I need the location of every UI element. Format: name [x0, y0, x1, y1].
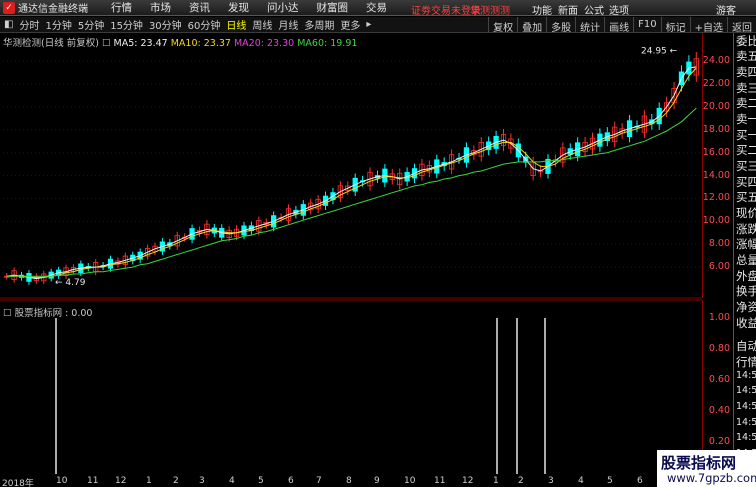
date-tick-label: 4 [229, 476, 235, 486]
date-tick-label: 3 [548, 476, 554, 486]
date-tick-label: 8 [346, 476, 352, 486]
indicator-tick-label: 0.60 [708, 374, 730, 385]
date-tick-label: 10 [404, 476, 416, 486]
quote-field-label: 买四 [736, 175, 756, 189]
quote-field-label: 卖二 [736, 96, 756, 110]
price-tick-label: 18.00 [702, 123, 730, 135]
sub-settings-icon[interactable]: ☐ [3, 308, 12, 319]
quote-field-label: 净资 [736, 300, 756, 314]
date-tick-label: 3 [199, 476, 205, 486]
price-tick-label: 14.00 [702, 169, 730, 181]
price-axis: 24.00 22.00 20.00 18.00 16.00 14.00 12.00 10.00… [702, 33, 732, 298]
menu-youke[interactable]: 游客 [716, 2, 736, 17]
indicator-axis: 1.00 0.80 0.60 0.40 0.20 [702, 300, 732, 475]
quote-field-label: 卖四 [736, 65, 756, 79]
quote-field-label: 14:56 [736, 417, 756, 428]
quote-field-label: 收益 [736, 316, 756, 330]
price-tick-label: 20.00 [702, 100, 730, 112]
date-tick-label: 5 [607, 476, 613, 486]
ma-line-ma10 [6, 67, 697, 278]
date-tick-label: 6 [637, 476, 643, 486]
quote-field-label: 涨跌 [736, 222, 756, 236]
date-tick-label: 7 [316, 476, 322, 486]
date-tick-label: 11 [434, 476, 446, 486]
date-tick-label: 2018年 [2, 479, 34, 487]
date-tick-label: 12 [115, 476, 127, 486]
kline-chart[interactable]: 24.95 ← ← 4.79 [0, 0, 702, 487]
date-tick-label: 1 [493, 476, 499, 486]
quote-field-label: 总量 [736, 253, 756, 267]
date-tick-label: 4 [578, 476, 584, 486]
indicator-tick-label: 0.80 [708, 343, 730, 354]
date-tick-label: 11 [87, 476, 99, 486]
quote-field-label: 卖五 [736, 49, 756, 63]
price-tick-label: 16.00 [702, 146, 730, 158]
quote-field-label: 卖一 [736, 112, 756, 126]
quote-field-label: 14:56 [736, 432, 756, 443]
quote-field-label: 14:56 [736, 401, 756, 412]
price-tick-label: 12.00 [702, 192, 730, 204]
indicator-tick-label: 1.00 [708, 312, 730, 323]
quote-field-label: 买三 [736, 159, 756, 173]
quote-field-label: 涨幅 [736, 237, 756, 251]
date-tick-label: 6 [288, 476, 294, 486]
date-tick-label: 2 [173, 476, 179, 486]
price-tick-label: 10.00 [702, 215, 730, 227]
price-tick-label: 22.00 [702, 78, 730, 90]
date-tick-label: 9 [374, 476, 380, 486]
quote-field-label: 换手 [736, 284, 756, 298]
date-tick-label: 2 [518, 476, 524, 486]
quote-field-label: 委比 [736, 34, 756, 48]
quote-field-label: 14:56 [736, 385, 756, 396]
high-price-label: 24.95 ← [641, 46, 678, 56]
low-price-label: ← 4.79 [55, 278, 86, 288]
quote-field-label: 卖三 [736, 81, 756, 95]
quote-field-label: 买二 [736, 143, 756, 157]
quote-field-label: 行情 [736, 355, 756, 369]
quote-field-label: 14:56 [736, 370, 756, 381]
site-watermark: 股票指标网 www.7gpzb.com [657, 450, 756, 487]
date-tick-label: 10 [56, 476, 68, 486]
quote-field-label: 自动 [736, 339, 756, 353]
tool-fanhui[interactable]: 返回 [727, 17, 756, 34]
sub-chart-title: 股票指标网 : 0.00 [14, 308, 93, 319]
quote-field-label: 买一 [736, 128, 756, 142]
quote-field-label: 买五 [736, 190, 756, 204]
quote-field-label: 现价 [736, 206, 756, 220]
quote-field-label: 外盘 [736, 269, 756, 283]
price-tick-label: 6.00 [708, 261, 730, 273]
price-tick-label: 8.00 [708, 238, 730, 250]
date-tick-label: 5 [258, 476, 264, 486]
date-tick-label: 1 [146, 476, 152, 486]
ma-line-ma5 [6, 66, 697, 280]
date-tick-label: 12 [462, 476, 474, 486]
quote-panel: 委比 卖五卖四卖三 卖二卖一买一 买二买三买四 买五现价涨跌 涨幅总量外盘 换手净资收益自动… [733, 33, 756, 487]
price-tick-label: 24.00 [702, 55, 730, 67]
sub-chart-header: ☐ 股票指标网 : 0.00 [3, 305, 92, 319]
date-axis: 2018年 10 11 12 1 2 3 4 5 6 7 8 9 10 11 12 1 2 3 4 5 6 [0, 476, 702, 487]
indicator-tick-label: 0.20 [708, 436, 730, 447]
indicator-tick-label: 0.40 [708, 405, 730, 416]
